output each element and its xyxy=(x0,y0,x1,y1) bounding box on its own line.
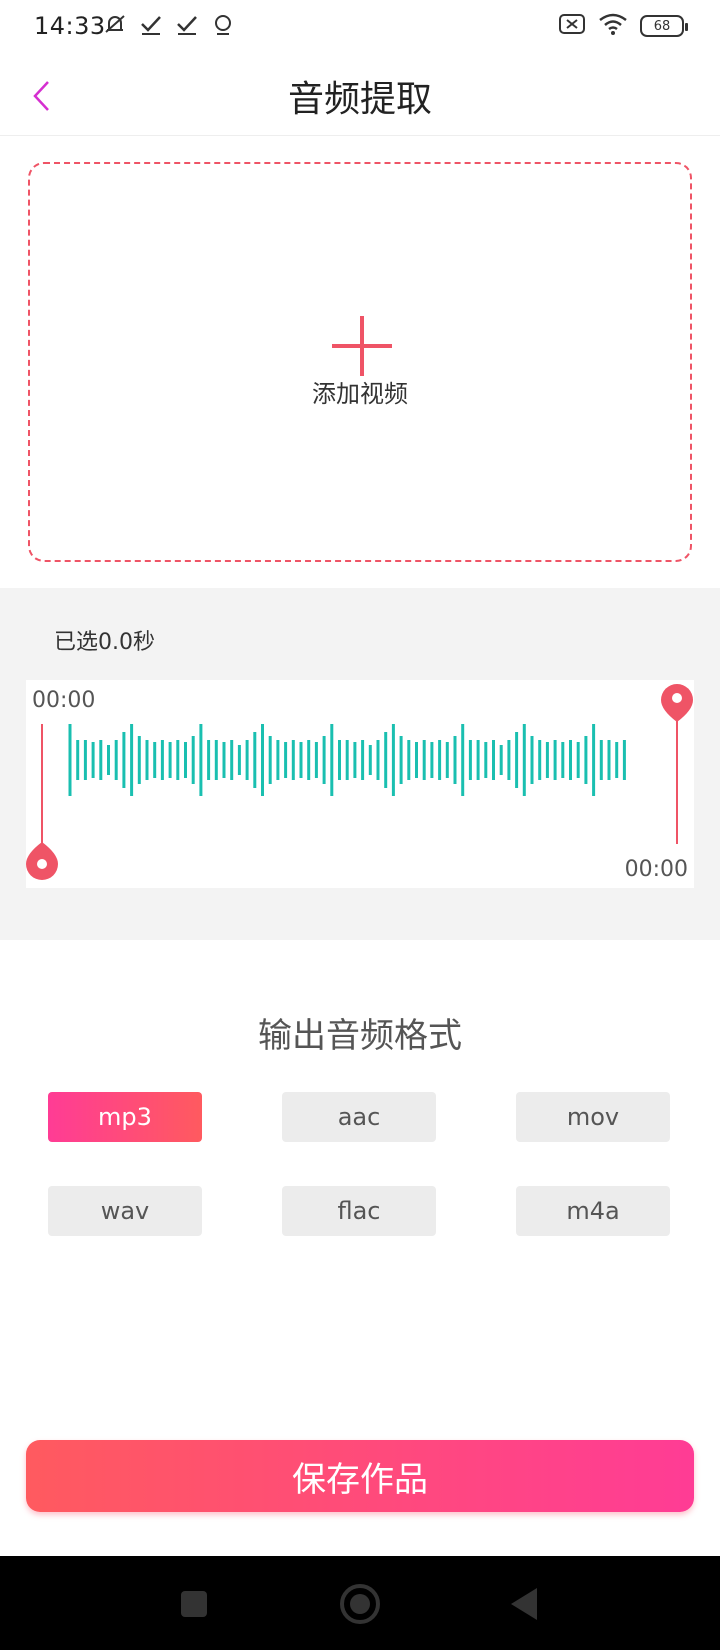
battery-level: 68 xyxy=(653,18,671,34)
selected-duration: 已选0.0秒 xyxy=(54,630,155,655)
format-option-wav[interactable]: wav xyxy=(48,1186,202,1236)
add-video-label: 添加视频 xyxy=(312,380,408,408)
check-icon xyxy=(174,12,200,38)
status-time: 14:33 xyxy=(34,12,106,40)
add-video-area[interactable]: 添加视频 xyxy=(28,162,692,562)
page-title: 音频提取 xyxy=(287,79,432,120)
format-option-mp3[interactable]: mp3 xyxy=(48,1092,202,1142)
back-triangle-icon xyxy=(511,1588,537,1620)
location-icon xyxy=(210,12,236,38)
waveform xyxy=(26,684,693,880)
trim-section: 已选0.0秒 00:00 00:00 xyxy=(0,588,720,940)
back-nav-button[interactable] xyxy=(496,1576,552,1632)
plus-icon xyxy=(332,316,392,376)
home-circle-icon xyxy=(340,1584,380,1624)
format-option-aac[interactable]: aac xyxy=(282,1092,436,1142)
status-right-icons: 68 xyxy=(558,12,688,40)
wifi-icon xyxy=(598,12,628,40)
check-icon xyxy=(138,12,164,38)
square-icon xyxy=(181,1591,207,1617)
status-left-icons xyxy=(102,12,236,38)
recents-button[interactable] xyxy=(166,1576,222,1632)
sim-off-icon xyxy=(558,12,586,40)
navigation-bar xyxy=(0,1556,720,1650)
format-option-m4a[interactable]: m4a xyxy=(516,1186,670,1236)
mute-icon xyxy=(102,12,128,38)
waveform-bars xyxy=(68,724,626,796)
header: 音频提取 xyxy=(0,56,720,136)
end-handle[interactable] xyxy=(661,684,693,844)
status-bar: 14:33 68 xyxy=(0,0,720,56)
start-handle[interactable] xyxy=(26,724,58,880)
start-time: 00:00 xyxy=(32,688,96,713)
waveform-panel: 00:00 00:00 xyxy=(26,680,694,888)
end-time: 00:00 xyxy=(624,857,688,882)
format-option-mov[interactable]: mov xyxy=(516,1092,670,1142)
save-button[interactable]: 保存作品 xyxy=(26,1440,694,1512)
home-button[interactable] xyxy=(332,1576,388,1632)
format-option-flac[interactable]: flac xyxy=(282,1186,436,1236)
battery-icon: 68 xyxy=(640,15,688,37)
format-title: 输出音频格式 xyxy=(258,1016,462,1056)
